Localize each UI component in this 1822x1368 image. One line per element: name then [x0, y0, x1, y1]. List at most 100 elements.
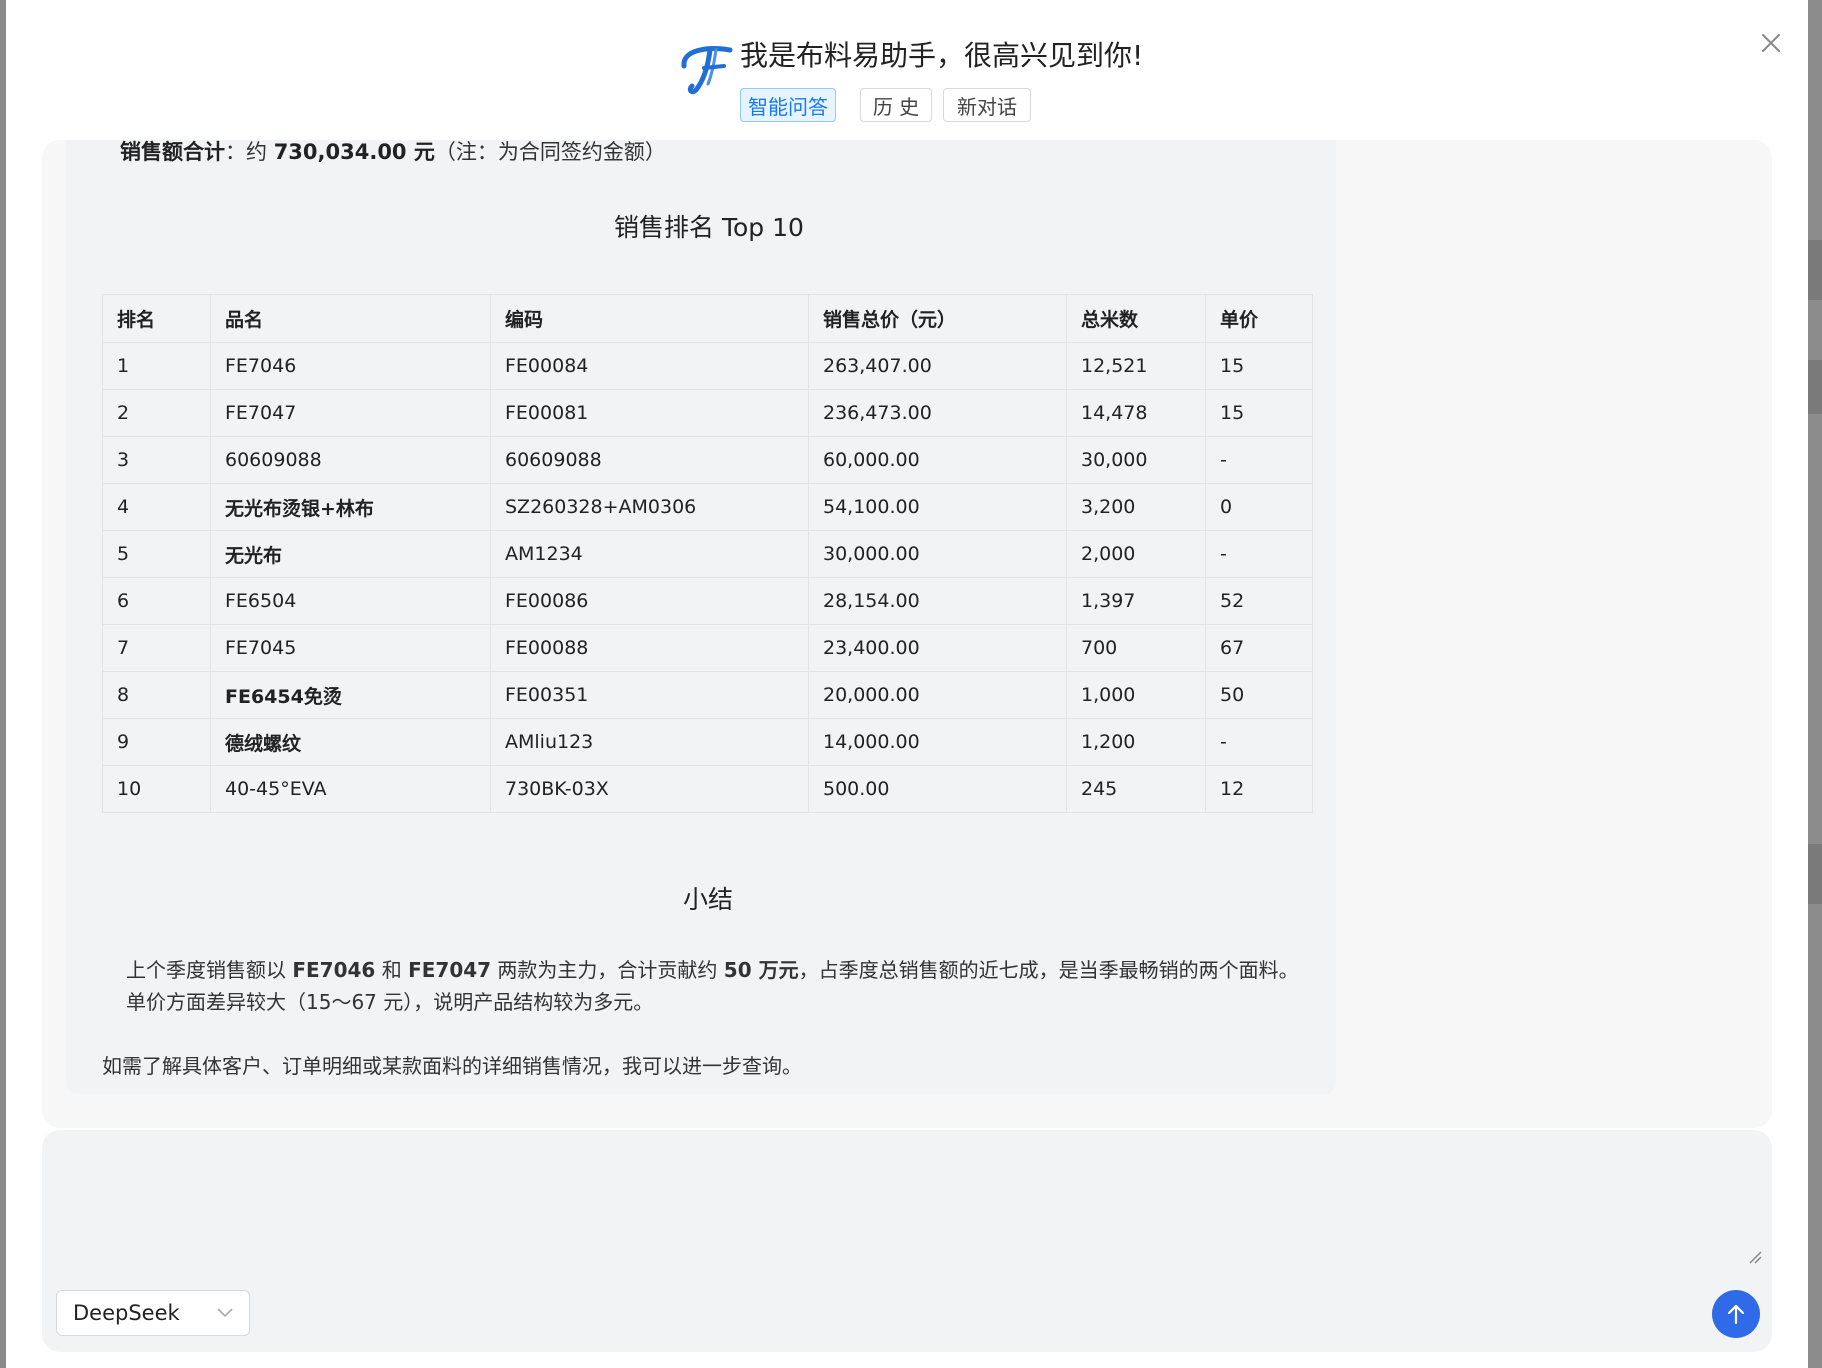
resize-handle-icon[interactable] — [1748, 1250, 1762, 1264]
greeting-title: 我是布料易助手，很高兴见到你! — [740, 39, 1144, 72]
arrow-up-icon — [1727, 1304, 1745, 1325]
cell-meters: 1,200 — [1066, 718, 1206, 766]
logo-icon — [681, 46, 733, 95]
send-button[interactable] — [1712, 1290, 1760, 1338]
cell-code: AMliu123 — [490, 718, 809, 766]
cell-name: 60609088 — [210, 436, 491, 484]
cell-meters: 12,521 — [1066, 342, 1206, 390]
cell-unit-price: 50 — [1205, 671, 1313, 719]
cell-unit-price: 15 — [1205, 342, 1313, 390]
input-area: DeepSeek — [42, 1130, 1772, 1352]
sales-ranking-table: 排名 品名 编码 销售总价（元） 总米数 单价 1 FE7046 FE00084… — [102, 294, 1313, 813]
sales-total-line: 销售额合计：约 730,034.00 元（注：为合同签约金额） — [120, 136, 666, 166]
cell-code: AM1234 — [490, 530, 809, 578]
cell-meters: 30,000 — [1066, 436, 1206, 484]
cell-code: 730BK-03X — [490, 765, 809, 813]
cell-rank: 5 — [102, 530, 211, 578]
tab-new-chat[interactable]: 新对话 — [943, 88, 1031, 122]
cell-meters: 3,200 — [1066, 483, 1206, 531]
cell-total: 236,473.00 — [808, 389, 1067, 437]
cell-unit-price: 15 — [1205, 389, 1313, 437]
cell-meters: 245 — [1066, 765, 1206, 813]
tab-smart-qa[interactable]: 智能问答 — [740, 88, 836, 122]
table-row: 6 FE6504 FE00086 28,154.00 1,397 52 — [102, 577, 1313, 625]
col-header-name: 品名 — [210, 294, 491, 343]
backdrop-right — [1808, 0, 1822, 1368]
summary-highlight: FE7047 — [408, 958, 492, 982]
summary-paragraph: 上个季度销售额以 FE7046 和 FE7047 两款为主力，合计贡献约 50 … — [126, 954, 1306, 1018]
cell-name: FE7047 — [210, 389, 491, 437]
col-header-unit-price: 单价 — [1205, 294, 1313, 343]
summary-text: 两款为主力，合计贡献约 — [491, 958, 724, 982]
table-row: 3 60609088 60609088 60,000.00 30,000 - — [102, 436, 1313, 484]
table-row: 7 FE7045 FE00088 23,400.00 700 67 — [102, 624, 1313, 672]
close-icon — [1762, 34, 1780, 52]
cell-unit-price: 12 — [1205, 765, 1313, 813]
cell-name: 无光布烫银+林布 — [210, 483, 491, 531]
cell-unit-price: 67 — [1205, 624, 1313, 672]
cell-code: FE00084 — [490, 342, 809, 390]
table-row: 5 无光布 AM1234 30,000.00 2,000 - — [102, 530, 1313, 578]
table-header-row: 排名 品名 编码 销售总价（元） 总米数 单价 — [102, 294, 1313, 343]
cell-rank: 10 — [102, 765, 211, 813]
cell-code: FE00081 — [490, 389, 809, 437]
cell-name: 无光布 — [210, 530, 491, 578]
cell-name: 德绒螺纹 — [210, 718, 491, 766]
tab-label: 历 史 — [872, 94, 920, 119]
cell-code: FE00086 — [490, 577, 809, 625]
cell-code: FE00088 — [490, 624, 809, 672]
cell-total: 30,000.00 — [808, 530, 1067, 578]
table-row: 2 FE7047 FE00081 236,473.00 14,478 15 — [102, 389, 1313, 437]
cell-meters: 1,397 — [1066, 577, 1206, 625]
cell-code: SZ260328+AM0306 — [490, 483, 809, 531]
followup-text: 如需了解具体客户、订单明细或某款面料的详细销售情况，我可以进一步查询。 — [102, 1054, 802, 1078]
cell-total: 23,400.00 — [808, 624, 1067, 672]
modal-header: 我是布料易助手，很高兴见到你! 智能问答 历 史 新对话 — [6, 0, 1808, 140]
table-row: 4 无光布烫银+林布 SZ260328+AM0306 54,100.00 3,2… — [102, 483, 1313, 531]
sales-total-value: 730,034.00 元 — [273, 140, 435, 164]
table-row: 9 德绒螺纹 AMliu123 14,000.00 1,200 - — [102, 718, 1313, 766]
cell-total: 28,154.00 — [808, 577, 1067, 625]
cell-rank: 1 — [102, 342, 211, 390]
cell-name: FE6504 — [210, 577, 491, 625]
cell-rank: 4 — [102, 483, 211, 531]
cell-rank: 3 — [102, 436, 211, 484]
sales-total-label: 销售额合计 — [120, 140, 225, 164]
summary-text: 上个季度销售额以 — [126, 958, 293, 982]
cell-name: 40-45°EVA — [210, 765, 491, 813]
sales-total-note: （注：为合同签约金额） — [434, 140, 666, 164]
cell-meters: 1,000 — [1066, 671, 1206, 719]
col-header-rank: 排名 — [102, 294, 211, 343]
summary-highlight: FE7046 — [292, 958, 376, 982]
col-header-code: 编码 — [490, 294, 809, 343]
summary-title: 小结 — [683, 885, 734, 914]
cell-meters: 2,000 — [1066, 530, 1206, 578]
tab-history[interactable]: 历 史 — [860, 88, 932, 122]
cell-total: 54,100.00 — [808, 483, 1067, 531]
table-row: 8 FE6454免烫 FE00351 20,000.00 1,000 50 — [102, 671, 1313, 719]
cell-unit-price: - — [1205, 436, 1313, 484]
message-input[interactable] — [66, 1146, 1750, 1260]
cell-name: FE7045 — [210, 624, 491, 672]
tab-label: 新对话 — [957, 94, 1017, 119]
col-header-meters: 总米数 — [1066, 294, 1206, 343]
model-select[interactable]: DeepSeek — [56, 1290, 250, 1336]
table-row: 1 FE7046 FE00084 263,407.00 12,521 15 — [102, 342, 1313, 390]
cell-total: 500.00 — [808, 765, 1067, 813]
col-header-total: 销售总价（元） — [808, 294, 1067, 343]
cell-code: 60609088 — [490, 436, 809, 484]
summary-highlight: 50 万元 — [723, 958, 799, 982]
cell-total: 14,000.00 — [808, 718, 1067, 766]
summary-text: 和 — [375, 958, 409, 982]
cell-total: 60,000.00 — [808, 436, 1067, 484]
cell-total: 20,000.00 — [808, 671, 1067, 719]
cell-rank: 7 — [102, 624, 211, 672]
close-button[interactable] — [1754, 26, 1788, 60]
ranking-title: 销售排名 Top 10 — [614, 213, 804, 242]
cell-unit-price: - — [1205, 718, 1313, 766]
cell-meters: 14,478 — [1066, 389, 1206, 437]
cell-unit-price: 0 — [1205, 483, 1313, 531]
chevron-down-icon — [217, 1308, 233, 1318]
cell-unit-price: 52 — [1205, 577, 1313, 625]
cell-meters: 700 — [1066, 624, 1206, 672]
